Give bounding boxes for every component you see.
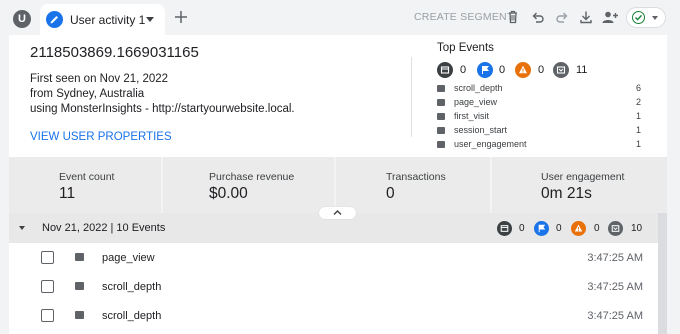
timeline-category-count: 0 — [594, 223, 600, 234]
flag-icon — [477, 62, 493, 78]
event-icon — [437, 99, 445, 106]
top-events-title: Top Events — [437, 42, 494, 54]
event-icon — [437, 113, 445, 120]
add-tab-icon[interactable] — [172, 8, 190, 26]
event-icon — [608, 221, 623, 236]
scrollbar[interactable] — [658, 213, 667, 334]
stat-label: Purchase revenue — [209, 171, 295, 183]
timeline-category-count: 0 — [519, 223, 525, 234]
event-checkbox[interactable] — [41, 251, 54, 264]
chevron-down-icon — [652, 16, 658, 20]
timeline-date-label: Nov 21, 2022 | 10 Events — [42, 222, 166, 234]
stat-purchase-revenue: Purchase revenue $0.00 — [163, 157, 334, 213]
divider — [411, 57, 412, 137]
category-count: 11 — [576, 64, 588, 76]
top-event-name: session_start — [454, 125, 508, 135]
warning-icon — [571, 221, 586, 236]
user-avatar[interactable]: U — [13, 10, 31, 28]
status-dropdown[interactable] — [626, 7, 666, 28]
first-seen-text: First seen on Nov 21, 2022 — [30, 73, 169, 85]
stats-row: Event count 11 Purchase revenue $0.00 Tr… — [9, 157, 667, 213]
event-name: scroll_depth — [102, 281, 162, 293]
event-checkbox[interactable] — [41, 280, 54, 293]
top-event-row[interactable]: session_start 1 — [437, 125, 641, 139]
tab-bar: U User activity 1 CREATE SEGMENT — [0, 0, 680, 35]
top-event-name: user_engagement — [454, 139, 527, 149]
stat-event-count: Event count 11 — [9, 157, 161, 213]
page-icon — [437, 62, 453, 78]
top-event-row[interactable]: first_visit 1 — [437, 111, 641, 125]
delete-icon[interactable] — [505, 9, 521, 25]
top-event-name: page_view — [454, 97, 498, 107]
top-event-count: 1 — [635, 111, 641, 121]
top-event-count: 2 — [635, 97, 641, 107]
category-count: 0 — [460, 64, 467, 76]
share-add-user-icon[interactable] — [601, 9, 619, 25]
stat-label: Event count — [59, 171, 115, 183]
event-time: 3:47:25 AM — [587, 310, 643, 322]
stat-user-engagement: User engagement 0m 21s — [492, 157, 667, 213]
stat-value: 0 — [386, 185, 395, 202]
list-item[interactable]: scroll_depth 3:47:25 AM — [9, 272, 658, 301]
event-icon — [75, 311, 84, 319]
create-segment-button[interactable]: CREATE SEGMENT — [414, 11, 513, 23]
event-icon — [437, 85, 445, 92]
top-event-count: 1 — [635, 125, 641, 135]
list-item[interactable]: scroll_depth 3:47:25 AM — [9, 301, 658, 330]
stat-label: Transactions — [386, 171, 446, 183]
event-checkbox[interactable] — [41, 309, 54, 322]
top-event-row[interactable]: user_engagement 1 — [437, 139, 641, 153]
event-icon — [553, 62, 569, 78]
stat-value: 11 — [59, 185, 76, 202]
timeline-event-list: page_view 3:47:25 AM scroll_depth 3:47:2… — [9, 243, 658, 334]
tab-dropdown-icon[interactable] — [146, 17, 154, 22]
timeline-category-count: 0 — [556, 223, 562, 234]
event-name: page_view — [102, 252, 155, 264]
event-icon — [75, 253, 84, 261]
stat-value: 0m 21s — [541, 185, 592, 202]
undo-icon[interactable] — [530, 9, 546, 25]
page-icon — [497, 221, 512, 236]
top-event-name: scroll_depth — [454, 83, 503, 93]
timeline-category-count: 10 — [631, 223, 643, 234]
tab-user-activity[interactable]: User activity 1 — [40, 4, 165, 35]
using-text: using MonsterInsights - http://startyour… — [30, 103, 295, 115]
event-icon — [437, 127, 445, 134]
user-id: 2118503869.1669031165 — [30, 44, 199, 61]
top-event-name: first_visit — [454, 111, 490, 121]
top-event-count: 1 — [635, 139, 641, 149]
stat-value: $0.00 — [209, 185, 248, 202]
location-text: from Sydney, Australia — [30, 88, 145, 100]
list-item[interactable]: page_view 3:47:25 AM — [9, 243, 658, 272]
download-icon[interactable] — [578, 9, 594, 25]
check-circle-icon — [632, 11, 645, 24]
top-event-row[interactable]: scroll_depth 6 — [437, 83, 641, 97]
event-time: 3:47:25 AM — [587, 252, 643, 264]
collapse-details-button[interactable] — [319, 207, 356, 219]
warning-icon — [515, 62, 531, 78]
redo-icon[interactable] — [554, 9, 570, 25]
top-event-count: 6 — [635, 83, 641, 93]
stat-transactions: Transactions 0 — [336, 157, 490, 213]
event-icon — [75, 282, 84, 290]
event-icon — [437, 141, 445, 148]
tab-label: User activity 1 — [70, 13, 146, 27]
user-summary-card: 2118503869.1669031165 First seen on Nov … — [9, 35, 667, 157]
flag-icon — [534, 221, 549, 236]
top-event-row[interactable]: page_view 2 — [437, 97, 641, 111]
category-count: 0 — [538, 64, 545, 76]
event-time: 3:47:25 AM — [587, 281, 643, 293]
edit-pencil-icon — [46, 11, 63, 28]
view-user-properties-link[interactable]: VIEW USER PROPERTIES — [30, 131, 172, 143]
chevron-up-icon — [333, 210, 342, 215]
stat-label: User engagement — [541, 171, 625, 183]
category-count: 0 — [499, 64, 506, 76]
event-name: scroll_depth — [102, 310, 162, 322]
collapse-caret-icon[interactable] — [19, 226, 25, 230]
